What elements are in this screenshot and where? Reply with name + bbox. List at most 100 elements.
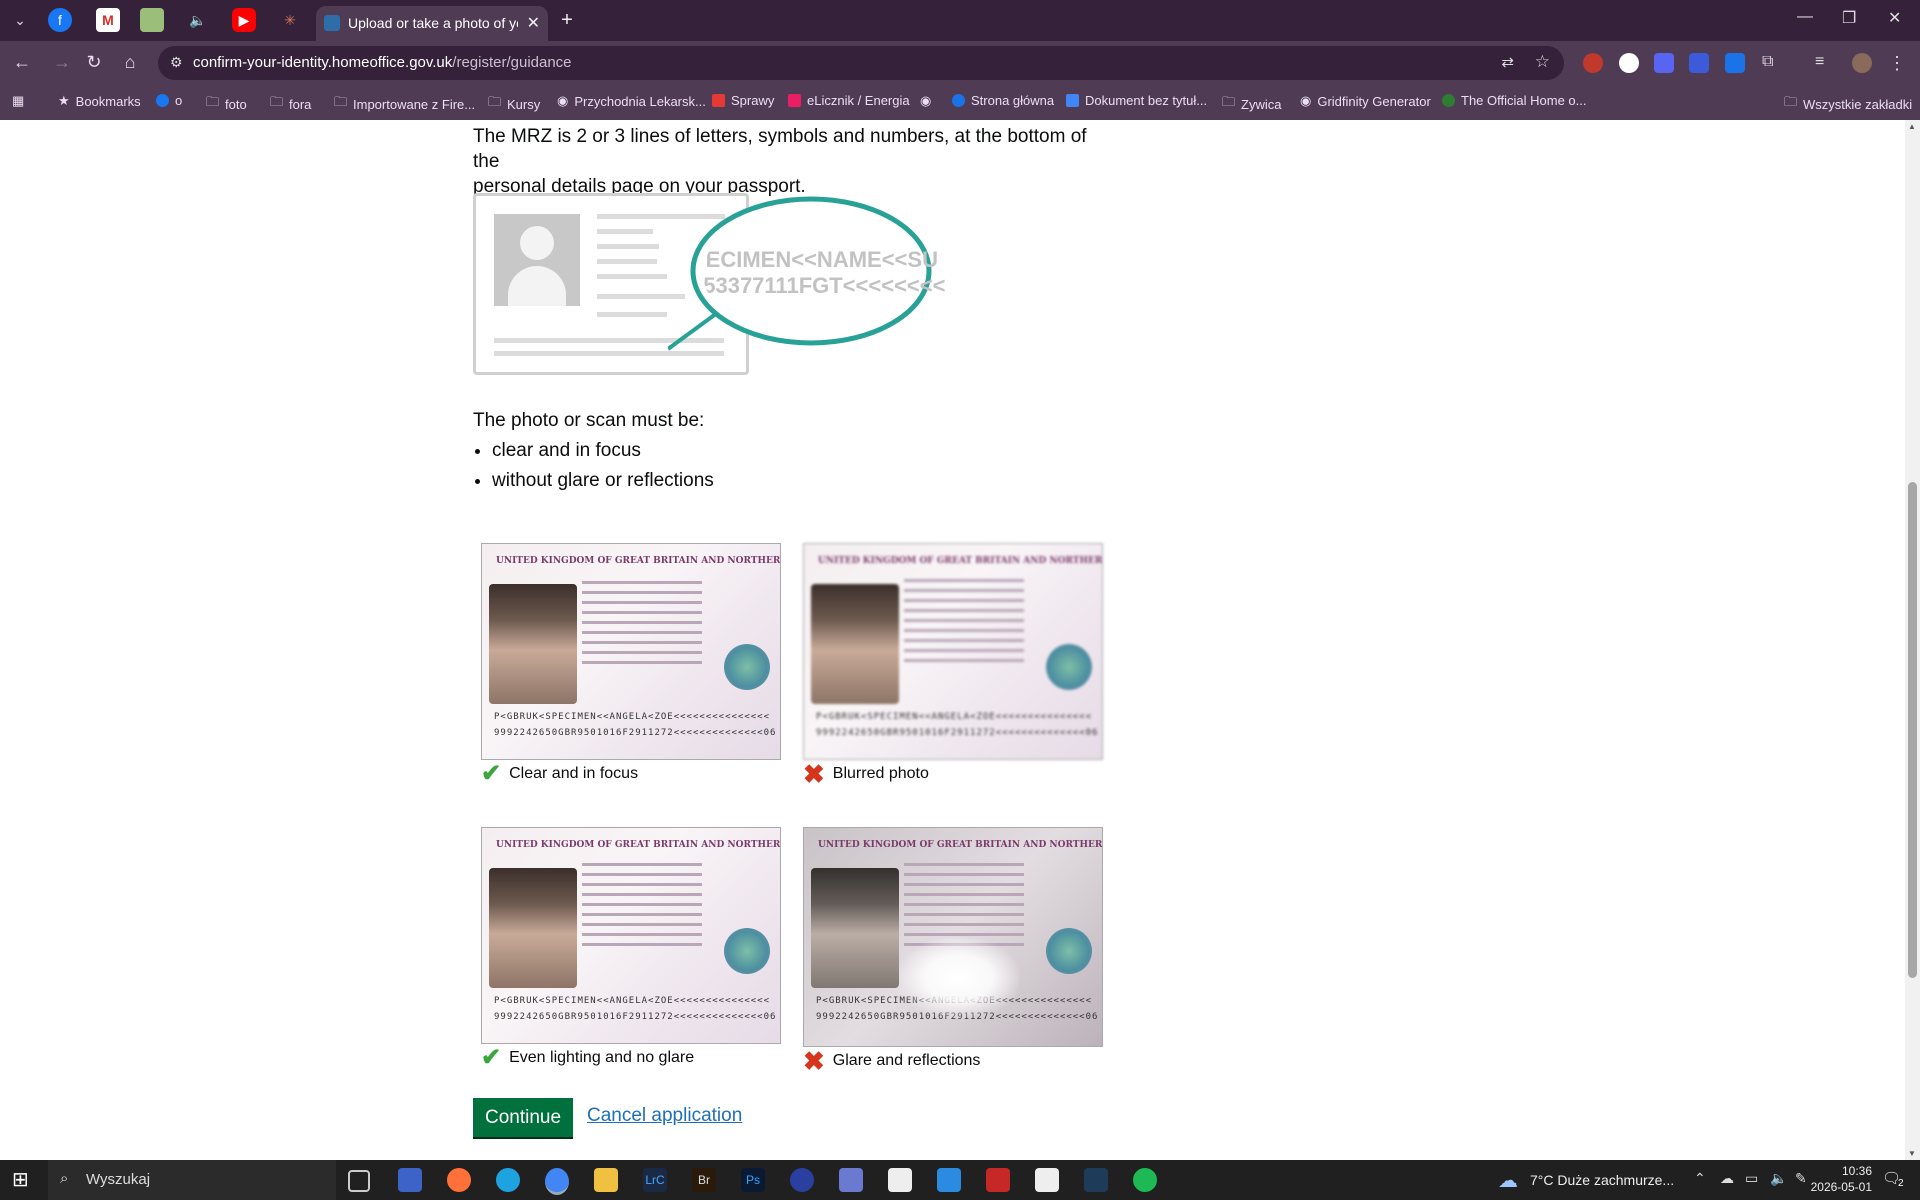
mrz-intro-text: The MRZ is 2 or 3 lines of letters, symb…: [473, 126, 1087, 197]
passport-chip-icon: [1046, 928, 1092, 974]
filezilla-icon[interactable]: [986, 1168, 1010, 1192]
onepassword-icon[interactable]: [790, 1168, 814, 1192]
bookmark-folder[interactable]: 🗀 fora: [270, 93, 311, 115]
tray-chevron-icon[interactable]: ⌃: [1694, 1170, 1706, 1187]
avatar[interactable]: [1852, 53, 1872, 73]
bridge-icon[interactable]: Br: [692, 1168, 716, 1192]
facebook-tab-icon[interactable]: f: [48, 8, 72, 32]
forward-icon[interactable]: →: [50, 50, 74, 74]
extension-icon[interactable]: [1689, 53, 1709, 73]
requirements-list: clear and in focus without glare or refl…: [473, 438, 714, 493]
chrome-icon[interactable]: [545, 1168, 569, 1195]
extension-icon[interactable]: [1725, 53, 1745, 73]
bookmark-item[interactable]: Dokument bez tytuł...: [1066, 93, 1207, 108]
bookmark-item[interactable]: ◉ Przychodnia Lekarsk...: [557, 93, 706, 109]
extensions-puzzle-icon[interactable]: ⧉: [1762, 53, 1782, 73]
mrz-zoom-text: PECIMEN<<NAME<<SU 553377111FGT<<<<<<<<: [703, 247, 946, 298]
new-tab-icon[interactable]: +: [555, 8, 579, 32]
folder-icon: 🗀: [1222, 94, 1236, 109]
back-icon[interactable]: ←: [10, 50, 34, 74]
app-icon[interactable]: [839, 1168, 863, 1192]
bookmark-folder[interactable]: 🗀 Importowane z Fire...: [334, 93, 475, 115]
davinci-icon[interactable]: [1084, 1168, 1108, 1192]
spotify-icon[interactable]: [1133, 1168, 1157, 1192]
docs-icon: [1066, 94, 1079, 107]
bookmark-icon: [952, 94, 965, 107]
save-app-icon[interactable]: [398, 1168, 422, 1192]
cancel-application-link[interactable]: Cancel application: [587, 1105, 742, 1127]
windows-start-icon[interactable]: ⊞: [12, 1168, 36, 1192]
capcut-icon[interactable]: [1035, 1168, 1059, 1192]
taskbar-search[interactable]: ⌕ Wyszukaj: [48, 1160, 336, 1200]
bookmark-folder[interactable]: 🗀 foto: [206, 93, 247, 115]
bookmark-item[interactable]: eLicznik / Energia: [788, 93, 910, 108]
photoshop-icon[interactable]: Ps: [741, 1168, 765, 1192]
tab-strip: ⌄ f M 🔈 ▶ ✳ Upload or take a photo of yo…: [0, 0, 1920, 41]
tab-icon[interactable]: [140, 8, 164, 32]
extension-icon[interactable]: [1654, 53, 1674, 73]
minimize-icon[interactable]: —: [1797, 8, 1813, 26]
ublock-extension-icon[interactable]: [1619, 53, 1639, 73]
translate-icon[interactable]: ⇄: [1501, 53, 1514, 71]
weather-text[interactable]: 7°C Duże zachmurze...: [1530, 1172, 1674, 1188]
menu-dots-icon[interactable]: ⋮: [1888, 53, 1908, 73]
file-explorer-icon[interactable]: [594, 1168, 618, 1192]
home-icon[interactable]: ⌂: [118, 50, 142, 74]
folder-icon: 🗀: [334, 94, 348, 109]
lightroom-icon[interactable]: LrC: [643, 1168, 667, 1192]
reload-icon[interactable]: ↻: [82, 50, 106, 74]
example-passport-even-lighting: UNITED KINGDOM OF GREAT BRITAIN AND NORT…: [481, 827, 781, 1044]
volume-icon[interactable]: 🔈: [1770, 1170, 1787, 1187]
mrz-illustration: PECIMEN<<NAME<<SU 553377111FGT<<<<<<<<: [473, 193, 973, 375]
star-icon: ★: [58, 93, 70, 108]
clock[interactable]: 10:36 2026-05-01: [1802, 1163, 1872, 1195]
bookmark-folder[interactable]: 🗀 Zywica: [1222, 93, 1281, 115]
task-view-icon[interactable]: [348, 1170, 370, 1192]
scroll-up-icon[interactable]: ▲: [1908, 122, 1916, 131]
edge-icon[interactable]: [496, 1168, 520, 1192]
bookmark-icon: [712, 94, 725, 107]
continue-button[interactable]: Continue: [473, 1098, 574, 1137]
address-bar[interactable]: ⚙ confirm-your-identity.homeoffice.gov.u…: [158, 46, 1564, 80]
passport-chip-icon: [1046, 644, 1092, 690]
globe-icon[interactable]: ◉: [920, 93, 931, 109]
media-control-icon[interactable]: ≡: [1815, 53, 1835, 73]
bookmark-folder[interactable]: 🗀 Kursy: [488, 93, 540, 115]
bookmark-item[interactable]: ★ Bookmarks: [58, 93, 141, 109]
restore-icon[interactable]: ❐: [1842, 8, 1856, 28]
bookmark-item[interactable]: ◉ Gridfinity Generator: [1300, 93, 1431, 109]
bookmark-item[interactable]: Strona główna: [952, 93, 1054, 108]
all-bookmarks-folder[interactable]: 🗀 Wszystkie zakładki: [1784, 93, 1912, 115]
close-tab-icon[interactable]: ✕: [527, 13, 540, 33]
passport-portrait: [489, 584, 577, 704]
scrollbar[interactable]: ▲ ▼: [1905, 120, 1920, 1160]
globe-icon: ◉: [557, 93, 569, 108]
bookmark-star-icon[interactable]: ☆: [1535, 52, 1550, 72]
capcut-icon[interactable]: [888, 1168, 912, 1192]
firefox-icon[interactable]: [447, 1168, 471, 1192]
scrollbar-thumb[interactable]: [1908, 482, 1917, 978]
apps-grid-icon[interactable]: ▦: [12, 93, 24, 109]
example-passport-glare: UNITED KINGDOM OF GREAT BRITAIN AND NORT…: [803, 827, 1103, 1047]
bookmark-item[interactable]: o: [156, 93, 182, 108]
bookmark-item[interactable]: The Official Home o...: [1442, 93, 1586, 108]
speaker-tab-icon[interactable]: 🔈: [186, 8, 210, 32]
close-window-icon[interactable]: ✕: [1888, 8, 1901, 28]
network-icon[interactable]: ▭: [1745, 1170, 1758, 1187]
scroll-down-icon[interactable]: ▼: [1908, 1149, 1916, 1158]
extension-icon[interactable]: [1583, 53, 1603, 73]
bookmark-item[interactable]: Sprawy: [712, 93, 774, 108]
portrait-placeholder: [494, 214, 580, 306]
gmail-tab-icon[interactable]: M: [96, 8, 120, 32]
site-info-icon[interactable]: ⚙: [170, 54, 183, 71]
claude-tab-icon[interactable]: ✳: [278, 8, 302, 32]
tab-search-chevron-icon[interactable]: ⌄: [8, 8, 32, 32]
onedrive-icon[interactable]: ☁: [1720, 1170, 1734, 1187]
active-tab[interactable]: Upload or take a photo of your ✕: [316, 6, 548, 41]
folder-icon: 🗀: [206, 94, 220, 109]
youtube-tab-icon[interactable]: ▶: [232, 8, 256, 32]
checkmark-icon: ✔: [481, 1044, 502, 1071]
cross-icon: ✖: [803, 759, 825, 789]
vscode-icon[interactable]: [937, 1168, 961, 1192]
facebook-icon: [156, 94, 169, 107]
